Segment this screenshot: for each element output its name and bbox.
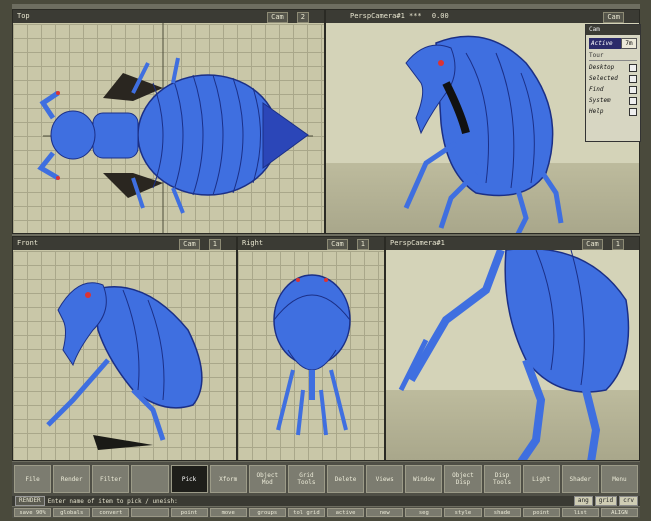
subbar-button-globals[interactable]: globals xyxy=(53,508,91,517)
viewport-titlebar: PerspCamera#1 *** 0.00 Cam xyxy=(326,10,639,23)
menu-item-find[interactable]: Find xyxy=(589,85,637,94)
subbar-button-tol-grid[interactable]: tol grid xyxy=(287,508,325,517)
subbar-button-style[interactable]: style xyxy=(444,508,482,517)
subbar-button-point[interactable]: point xyxy=(522,508,560,517)
perspective-viewport-closeup[interactable]: PerspCamera#1 Cam 1 xyxy=(385,236,640,461)
viewport-number-chip[interactable]: 2 xyxy=(296,12,309,23)
viewport-number-chip[interactable]: 1 xyxy=(611,239,624,250)
subbar-button-convert[interactable]: convert xyxy=(92,508,130,517)
bug-top-view xyxy=(37,23,313,233)
toolbar-button-window[interactable]: Window xyxy=(405,465,443,493)
camera-chip[interactable]: Cam xyxy=(603,12,624,23)
bug-closeup-view xyxy=(398,250,630,460)
command-prompt[interactable]: Enter name of item to pick / uneish: xyxy=(48,498,574,505)
subbar-button-move[interactable]: move xyxy=(209,508,247,517)
viewport-number-chip[interactable]: 1 xyxy=(356,239,369,250)
toolbar-button-render[interactable]: Render xyxy=(53,465,91,493)
main-toolbar: File Render Filter Pick Xform Object Mod Grid … xyxy=(12,462,640,496)
front-viewport[interactable]: Front Cam 1 xyxy=(12,236,237,461)
toolbar-button-pick[interactable]: Pick xyxy=(170,465,208,493)
camera-chip[interactable]: Cam xyxy=(179,239,200,250)
checkbox-icon[interactable] xyxy=(629,86,637,94)
viewport-value: 0.00 xyxy=(431,12,449,20)
viewport-name: Front xyxy=(17,239,39,247)
toolbar-button-disp-tools[interactable]: Disp Tools xyxy=(483,465,521,493)
right-viewport[interactable]: Right Cam 1 xyxy=(237,236,385,461)
application-window: Top Cam 2 PerspCamera#1 *** 0.00 Cam Cam… xyxy=(12,4,641,518)
popup-header: Cam xyxy=(586,25,640,35)
viewport-titlebar: Right Cam 1 xyxy=(238,237,384,250)
subbar-button-seg[interactable]: seg xyxy=(405,508,443,517)
toolbar-button-menu[interactable]: Menu xyxy=(600,465,638,493)
subbar-button-shade[interactable]: shade xyxy=(483,508,521,517)
view-popup-menu[interactable]: Cam Active 7m Tour Desktop Selected Find… xyxy=(585,24,641,142)
viewport-titlebar: PerspCamera#1 Cam 1 xyxy=(386,237,639,250)
toolbar-button-shader[interactable]: Shader xyxy=(561,465,599,493)
camera-chip[interactable]: Cam xyxy=(267,12,288,23)
mode-indicator[interactable]: RENDER xyxy=(15,496,45,506)
viewport-name: PerspCamera#1 xyxy=(390,239,445,247)
checkbox-icon[interactable] xyxy=(629,97,637,105)
viewport-titlebar: Front Cam 1 xyxy=(13,237,236,250)
toolbar-button-light[interactable]: Light xyxy=(522,465,560,493)
toolbar-button-blank-3[interactable] xyxy=(131,465,169,493)
viewport-name: Right xyxy=(242,239,264,247)
snap-curve-button[interactable]: crv xyxy=(619,496,638,506)
checkbox-icon[interactable] xyxy=(629,108,637,116)
menu-item-desktop[interactable]: Desktop xyxy=(589,63,637,72)
subbar-button-save-90-[interactable]: save 90% xyxy=(14,508,52,517)
camera-chip[interactable]: Cam xyxy=(582,239,603,250)
command-line: RENDER Enter name of item to pick / unei… xyxy=(12,496,640,506)
toolbar-button-object-mod[interactable]: Object Mod xyxy=(248,465,286,493)
active-value[interactable]: 7m xyxy=(621,38,637,49)
active-row[interactable]: Active 7m xyxy=(589,38,637,49)
active-label[interactable]: Active xyxy=(589,38,621,49)
secondary-toolbar: save 90% globals convert point move groups tol… xyxy=(12,507,640,518)
menu-item-system[interactable]: System xyxy=(589,96,637,105)
toolbar-button-views[interactable]: Views xyxy=(366,465,404,493)
top-viewport[interactable]: Top Cam 2 xyxy=(12,9,325,234)
toolbar-button-object-disp[interactable]: Object Disp xyxy=(444,465,482,493)
subbar-button-align[interactable]: ALIGN xyxy=(600,508,638,517)
menu-item-help[interactable]: Help xyxy=(589,107,637,116)
toolbar-button-xform[interactable]: Xform xyxy=(209,465,247,493)
toolbar-button-filter[interactable]: Filter xyxy=(92,465,130,493)
popup-section-label: Tour xyxy=(589,51,637,61)
checkbox-icon[interactable] xyxy=(629,75,637,83)
snap-angle-button[interactable]: ang xyxy=(573,496,593,506)
subbar-button-active[interactable]: active xyxy=(327,508,365,517)
bug-perspective-view xyxy=(403,35,564,233)
viewport-name: Top xyxy=(17,12,30,20)
bug-side-view xyxy=(273,274,351,436)
camera-chip[interactable]: Cam xyxy=(327,239,348,250)
subbar-button-point[interactable]: point xyxy=(170,508,208,517)
viewport-number-chip[interactable]: 1 xyxy=(208,239,221,250)
checkbox-icon[interactable] xyxy=(629,64,637,72)
viewport-name: PerspCamera#1 *** xyxy=(350,12,422,20)
toolbar-button-file[interactable]: File xyxy=(14,465,52,493)
menu-item-selected[interactable]: Selected xyxy=(589,74,637,83)
subbar-button-blank-3[interactable] xyxy=(131,508,169,517)
viewport-titlebar: Top Cam 2 xyxy=(13,10,324,23)
subbar-button-new[interactable]: new xyxy=(366,508,404,517)
subbar-button-groups[interactable]: groups xyxy=(248,508,286,517)
toolbar-button-grid-tools[interactable]: Grid Tools xyxy=(287,465,325,493)
snap-grid-button[interactable]: grid xyxy=(594,496,618,506)
toolbar-button-delete[interactable]: Delete xyxy=(327,465,365,493)
bug-front-view xyxy=(46,282,203,450)
subbar-button-list[interactable]: list xyxy=(561,508,599,517)
